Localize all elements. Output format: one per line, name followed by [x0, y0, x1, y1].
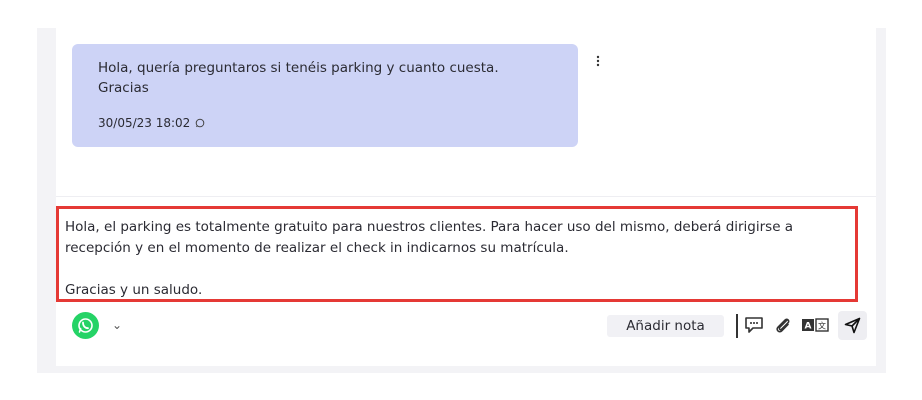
composer-divider	[56, 196, 876, 197]
add-note-button[interactable]: Añadir nota	[607, 315, 724, 337]
whatsapp-icon	[195, 118, 205, 128]
svg-text:A: A	[805, 322, 812, 332]
message-timestamp: 30/05/23 18:02	[98, 116, 191, 130]
message-meta: 30/05/23 18:02	[98, 116, 205, 130]
whatsapp-icon	[78, 318, 93, 333]
attachment-icon[interactable]	[772, 314, 794, 336]
svg-text:文: 文	[818, 321, 826, 331]
channel-selector-button[interactable]	[72, 312, 99, 339]
translate-icon[interactable]: A 文	[801, 314, 831, 336]
chevron-down-icon[interactable]: ⌄	[112, 318, 122, 332]
toolbar-separator	[736, 314, 738, 338]
quick-reply-icon[interactable]	[743, 314, 765, 336]
send-icon	[844, 317, 861, 334]
send-button[interactable]	[838, 311, 867, 340]
kebab-menu-icon[interactable]	[593, 54, 603, 68]
incoming-message-bubble: Hola, quería preguntaros si tenéis parki…	[72, 44, 578, 147]
reply-text-area[interactable]: Hola, el parking es totalmente gratuito …	[56, 206, 858, 302]
incoming-message-text: Hola, quería preguntaros si tenéis parki…	[98, 60, 499, 96]
